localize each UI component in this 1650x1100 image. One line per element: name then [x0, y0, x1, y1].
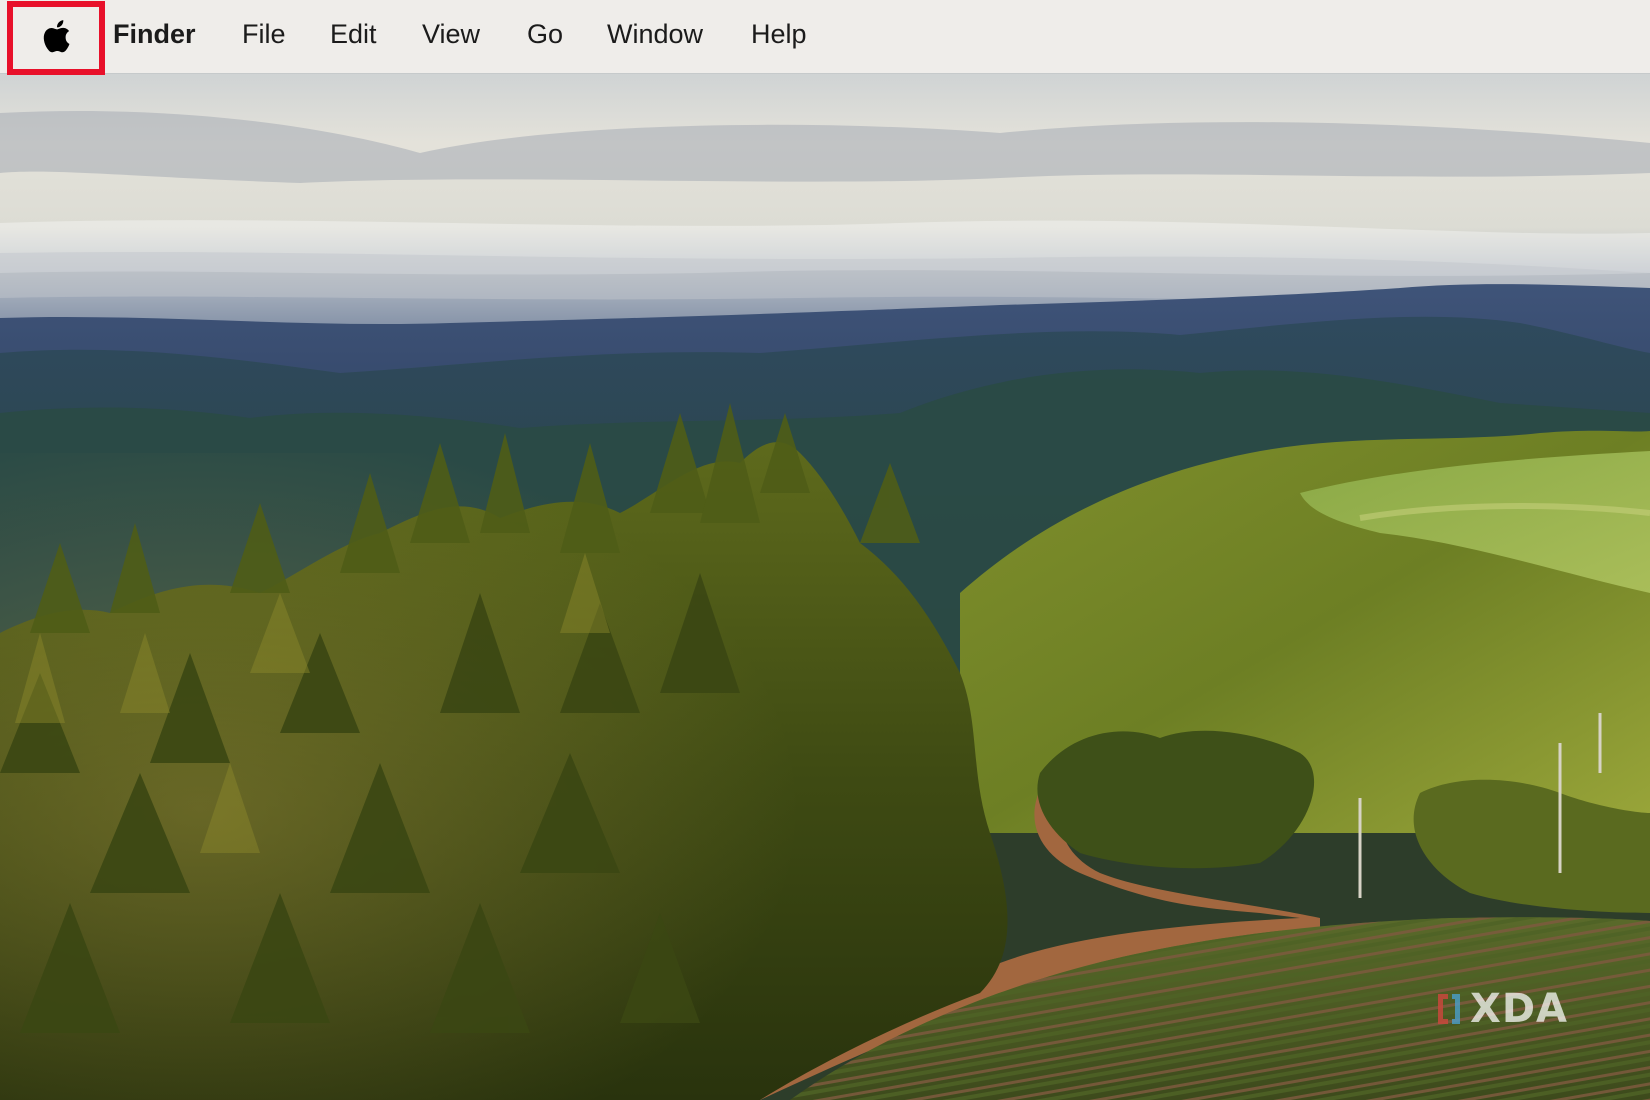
menu-view[interactable]: View — [422, 16, 480, 52]
apple-logo-icon — [43, 20, 70, 53]
desktop-wallpaper — [0, 73, 1650, 1100]
menu-app-finder[interactable]: Finder — [113, 16, 196, 52]
menu-bar: Finder File Edit View Go Window Help — [0, 0, 1650, 75]
menu-window[interactable]: Window — [607, 16, 703, 52]
menu-file[interactable]: File — [242, 16, 286, 52]
wallpaper-landscape-image — [0, 73, 1650, 1100]
menu-edit[interactable]: Edit — [330, 16, 377, 52]
menu-go[interactable]: Go — [527, 16, 563, 52]
xda-watermark-text: XDA — [1470, 986, 1568, 1032]
apple-menu-button[interactable] — [7, 1, 105, 75]
xda-bracket-icon — [1438, 994, 1460, 1024]
xda-watermark: XDA — [1434, 987, 1568, 1031]
menu-help[interactable]: Help — [751, 16, 807, 52]
desktop: Finder File Edit View Go Window Help XDA — [0, 0, 1650, 1100]
